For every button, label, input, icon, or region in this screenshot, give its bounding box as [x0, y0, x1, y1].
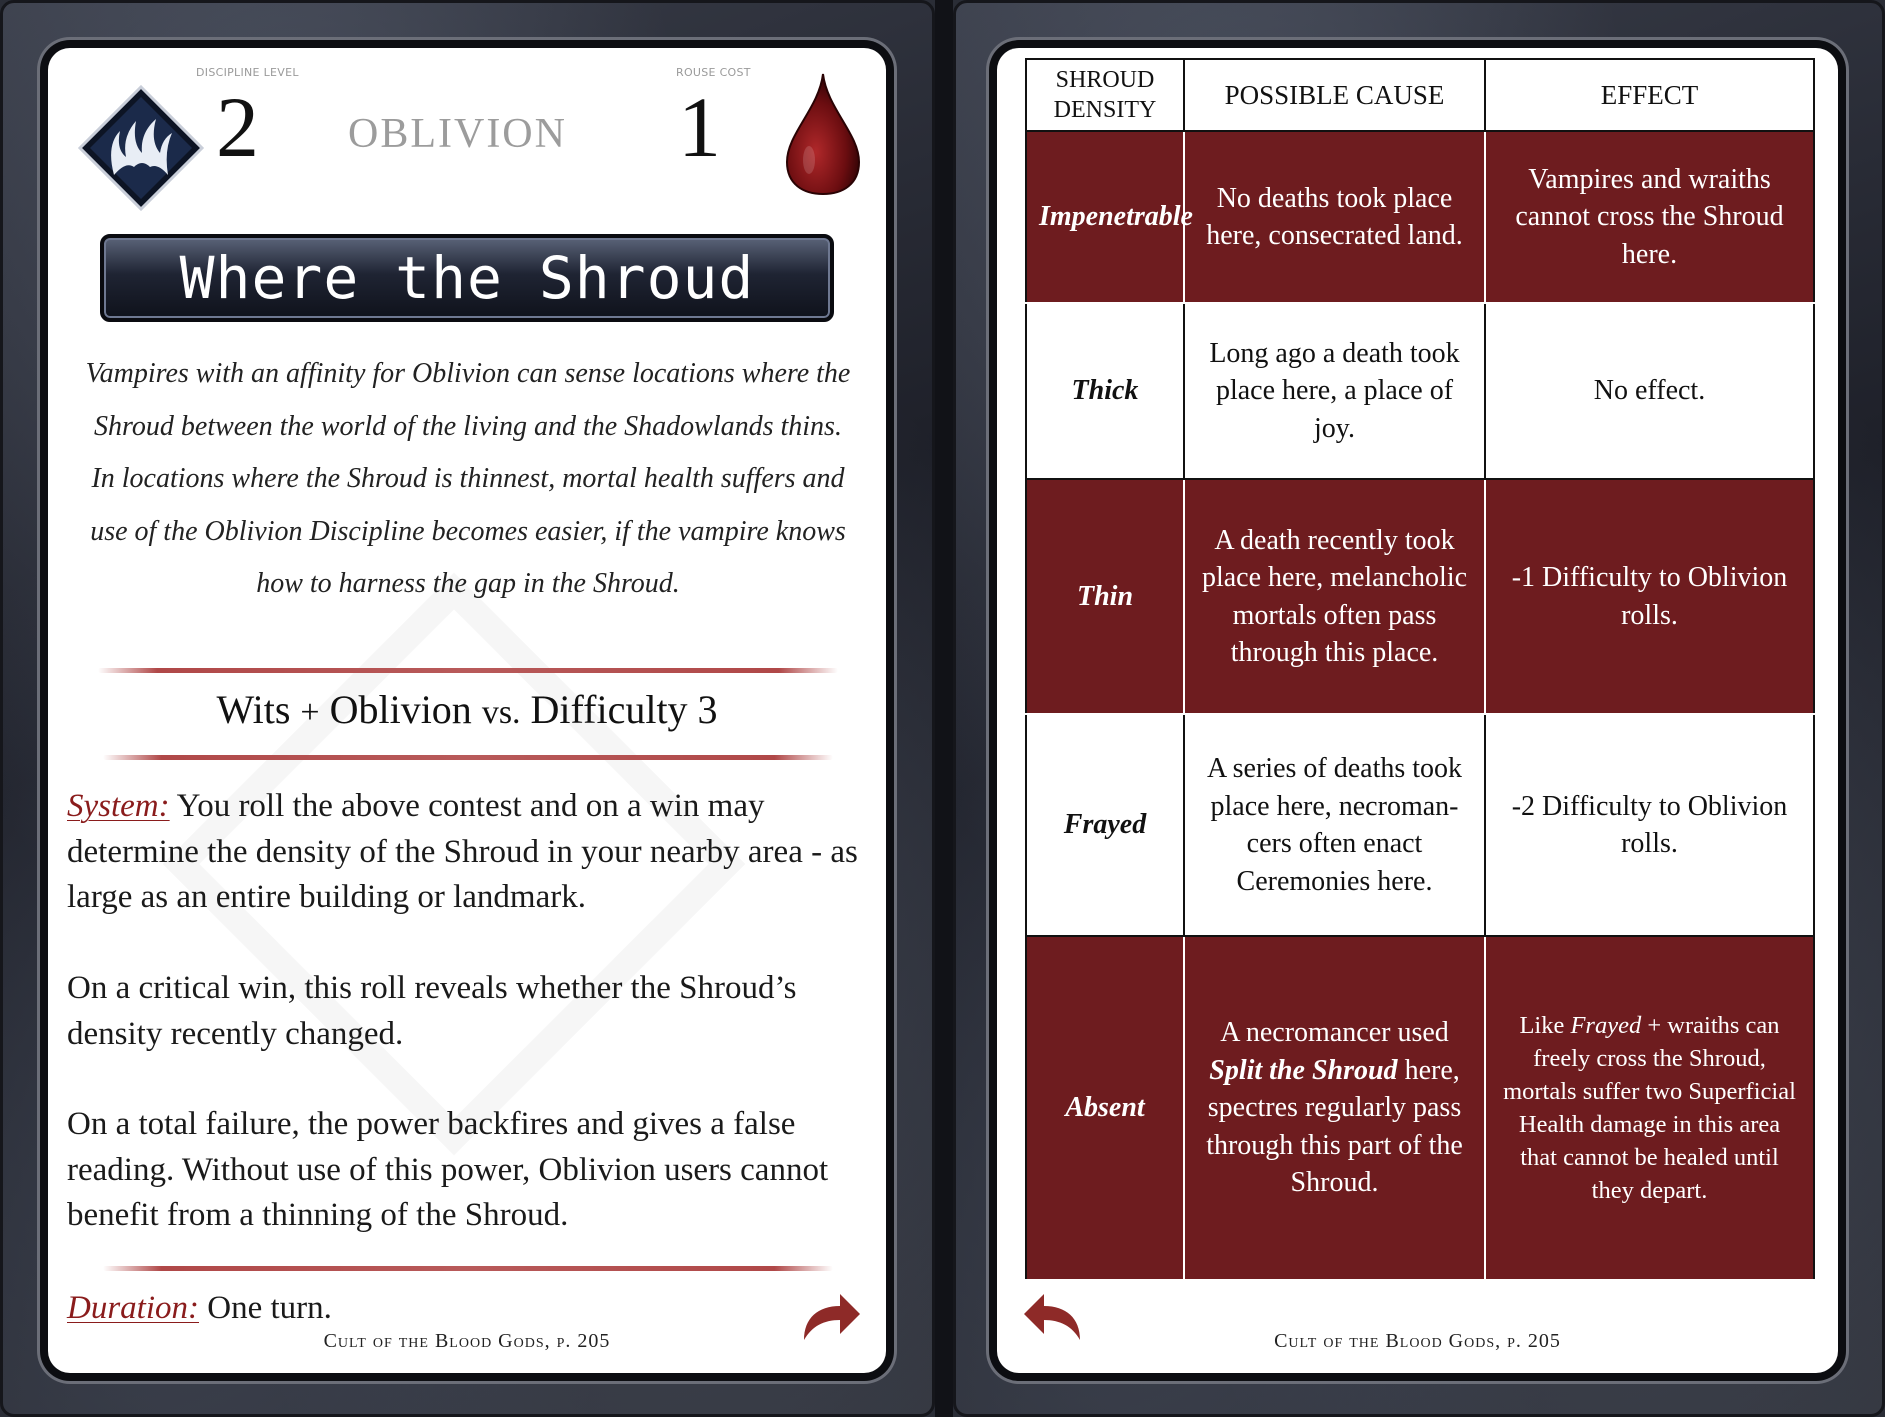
divider-line: [103, 755, 833, 760]
effect-text: + wraiths can freely cross the Shroud, m…: [1503, 1012, 1796, 1204]
cause-text: A necromancer used: [1220, 1017, 1449, 1049]
density-cell: Thick: [1025, 302, 1185, 480]
table-row: Thin A death recently took place here, m…: [1025, 478, 1815, 715]
flavor-text: Vampires with an affinity for Oblivion c…: [68, 348, 868, 611]
power-card-front: DISCIPLINE LEVEL 2 OBLIVION ROUSE COST 1…: [48, 48, 886, 1373]
column-header: POSSIBLE CAUSE: [1183, 58, 1486, 132]
source-reference: Cult of the Blood Gods, p. 205: [1274, 1330, 1561, 1352]
table-row: Frayed A series of deaths took place her…: [1025, 713, 1815, 937]
column-header: EFFECT: [1484, 58, 1815, 132]
density-cell: Thin: [1025, 478, 1185, 715]
column-header: SHROUD DENSITY: [1025, 58, 1185, 132]
oblivion-diamond-icon: [77, 84, 205, 212]
discipline-name: OBLIVION: [348, 111, 567, 157]
curved-arrow-right-icon[interactable]: [798, 1288, 862, 1344]
cause-cell: A necromancer used Split the Shroud here…: [1183, 935, 1486, 1281]
divider-line: [98, 668, 838, 673]
discipline-level-value: 2: [216, 79, 259, 175]
cause-cell: A series of deaths took place here, necr…: [1183, 713, 1486, 937]
system-text: System: You roll the above contest and o…: [67, 784, 867, 921]
density-cell: Absent: [1025, 935, 1185, 1281]
effect-text: Like: [1519, 1012, 1571, 1039]
card-divider: [935, 0, 953, 1417]
cause-cell: No deaths took place here, consecrated l…: [1183, 130, 1486, 304]
table-row: Impenetrable No deaths took place here, …: [1025, 130, 1815, 304]
system-label: System:: [67, 788, 170, 824]
rouse-cost-label: ROUSE COST: [676, 66, 751, 79]
flavor-line: Shroud between the world of the living a…: [94, 410, 842, 442]
duration-body: One turn.: [199, 1290, 332, 1326]
cause-cell: Long ago a death took place here, a plac…: [1183, 302, 1486, 480]
table-row: Thick Long ago a death took place here, …: [1025, 302, 1815, 480]
cause-cell: A death recently took place here, melanc…: [1183, 478, 1486, 715]
flavor-line: Vampires with an affinity for Oblivion c…: [85, 358, 851, 389]
density-cell: Impenetrable: [1025, 130, 1193, 304]
effect-cell: Vampires and wraiths cannot cross the Sh…: [1484, 130, 1815, 304]
density-cell: Frayed: [1025, 713, 1185, 937]
power-title: Where the Shroud Thins: [100, 234, 834, 392]
critical-win-text: On a critical win, this roll reveals whe…: [67, 970, 797, 1052]
flavor-line: use of the Oblivion Discipline becomes e…: [90, 515, 846, 547]
roll-discipline: Oblivion: [329, 687, 472, 732]
duration-text: Duration: One turn.: [67, 1286, 867, 1332]
roll-difficulty: Difficulty 3: [530, 687, 718, 732]
power-card-back: SHROUD DENSITY POSSIBLE CAUSE EFFECT Imp…: [997, 48, 1838, 1373]
flavor-line: In locations where the Shroud is thinnes…: [91, 463, 845, 494]
roll-plus: +: [300, 694, 320, 731]
dice-pool: Wits + Oblivion vs. Difficulty 3: [48, 686, 886, 733]
roll-attribute: Wits: [216, 687, 291, 732]
effect-cell: -2 Difficulty to Oblivion rolls.: [1484, 713, 1815, 937]
effect-cell: -1 Difficulty to Oblivion rolls.: [1484, 478, 1815, 715]
density-reference: Frayed: [1570, 1012, 1642, 1039]
effect-cell: No effect.: [1484, 302, 1815, 480]
rouse-cost-value: 1: [678, 79, 721, 175]
divider-line: [103, 1266, 833, 1271]
duration-label: Duration:: [67, 1290, 199, 1326]
discipline-level-label: DISCIPLINE LEVEL: [196, 66, 299, 79]
shroud-density-table: SHROUD DENSITY POSSIBLE CAUSE EFFECT Imp…: [1025, 58, 1815, 1281]
system-body: You roll the above contest and on a win …: [67, 788, 858, 915]
roll-vs: vs.: [481, 694, 521, 731]
table-header-row: SHROUD DENSITY POSSIBLE CAUSE EFFECT: [1025, 58, 1815, 132]
effect-cell: Like Frayed + wraiths can freely cross t…: [1484, 935, 1815, 1281]
source-reference: Cult of the Blood Gods, p. 205: [323, 1330, 611, 1352]
total-failure-text: On a total failure, the power backfires …: [67, 1106, 829, 1233]
power-reference: Split the Shroud: [1209, 1054, 1398, 1086]
table-row: Absent A necromancer used Split the Shro…: [1025, 935, 1815, 1281]
blood-drop-icon: [785, 73, 861, 196]
